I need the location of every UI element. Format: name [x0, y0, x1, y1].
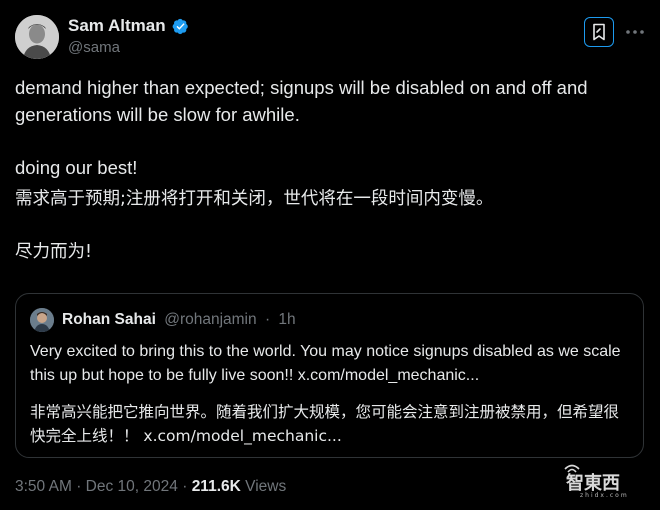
footer-separator: · — [76, 478, 82, 495]
quoted-post-time[interactable]: 1h — [278, 311, 295, 328]
post-text-en-1: demand higher than expected; signups wil… — [15, 77, 588, 125]
grok-bookmark-icon — [593, 23, 605, 41]
more-options-button[interactable] — [620, 20, 650, 44]
quoted-author-name[interactable]: Rohan Sahai — [62, 311, 156, 328]
post-text-en-2: doing our best! — [15, 157, 138, 178]
views-label: Views — [245, 478, 287, 495]
author-handle[interactable]: @sama — [68, 39, 189, 56]
quoted-post[interactable]: Rohan Sahai @rohanjamin · 1h Very excite… — [15, 293, 644, 458]
tweet: Sam Altman @sama demand higher than expe… — [0, 0, 660, 510]
quoted-post-header: Rohan Sahai @rohanjamin · 1h — [62, 311, 296, 329]
footer-separator-2: · — [182, 478, 188, 495]
zhidx-watermark-logo: 智東西 zhidx.com — [562, 463, 652, 499]
post-text-zh-1: 需求高于预期;注册将打开和关闭，世代将在一段时间内变慢。 — [15, 189, 494, 209]
post-body: demand higher than expected; signups wil… — [15, 74, 645, 266]
author-avatar[interactable] — [15, 15, 59, 59]
quoted-author-avatar[interactable] — [30, 308, 54, 332]
post-text-zh-2: 尽力而为! — [15, 242, 93, 262]
author-block: Sam Altman @sama — [68, 15, 189, 56]
quoted-meta-separator: · — [264, 311, 271, 328]
grok-button[interactable] — [584, 17, 614, 47]
verified-badge-icon — [172, 18, 188, 34]
post-meta-footer: 3:50 AM · Dec 10, 2024 · 211.6K Views — [15, 478, 286, 496]
author-name[interactable]: Sam Altman — [68, 16, 166, 36]
views-count: 211.6K — [191, 478, 241, 495]
svg-text:zhidx.com: zhidx.com — [580, 492, 629, 499]
quoted-text-zh: 非常高兴能把它推向世界。随着我们扩大规模，您可能会注意到注册被禁用，但希望很快完… — [30, 403, 620, 445]
post-date[interactable]: Dec 10, 2024 — [86, 478, 178, 495]
more-dots-icon — [626, 30, 644, 34]
svg-text:智東西: 智東西 — [566, 472, 620, 494]
quoted-author-handle[interactable]: @rohanjamin — [164, 311, 256, 328]
quoted-text-en: Very excited to bring this to the world.… — [30, 343, 621, 384]
quoted-post-body: Very excited to bring this to the world.… — [30, 340, 630, 448]
post-time[interactable]: 3:50 AM — [15, 478, 72, 495]
